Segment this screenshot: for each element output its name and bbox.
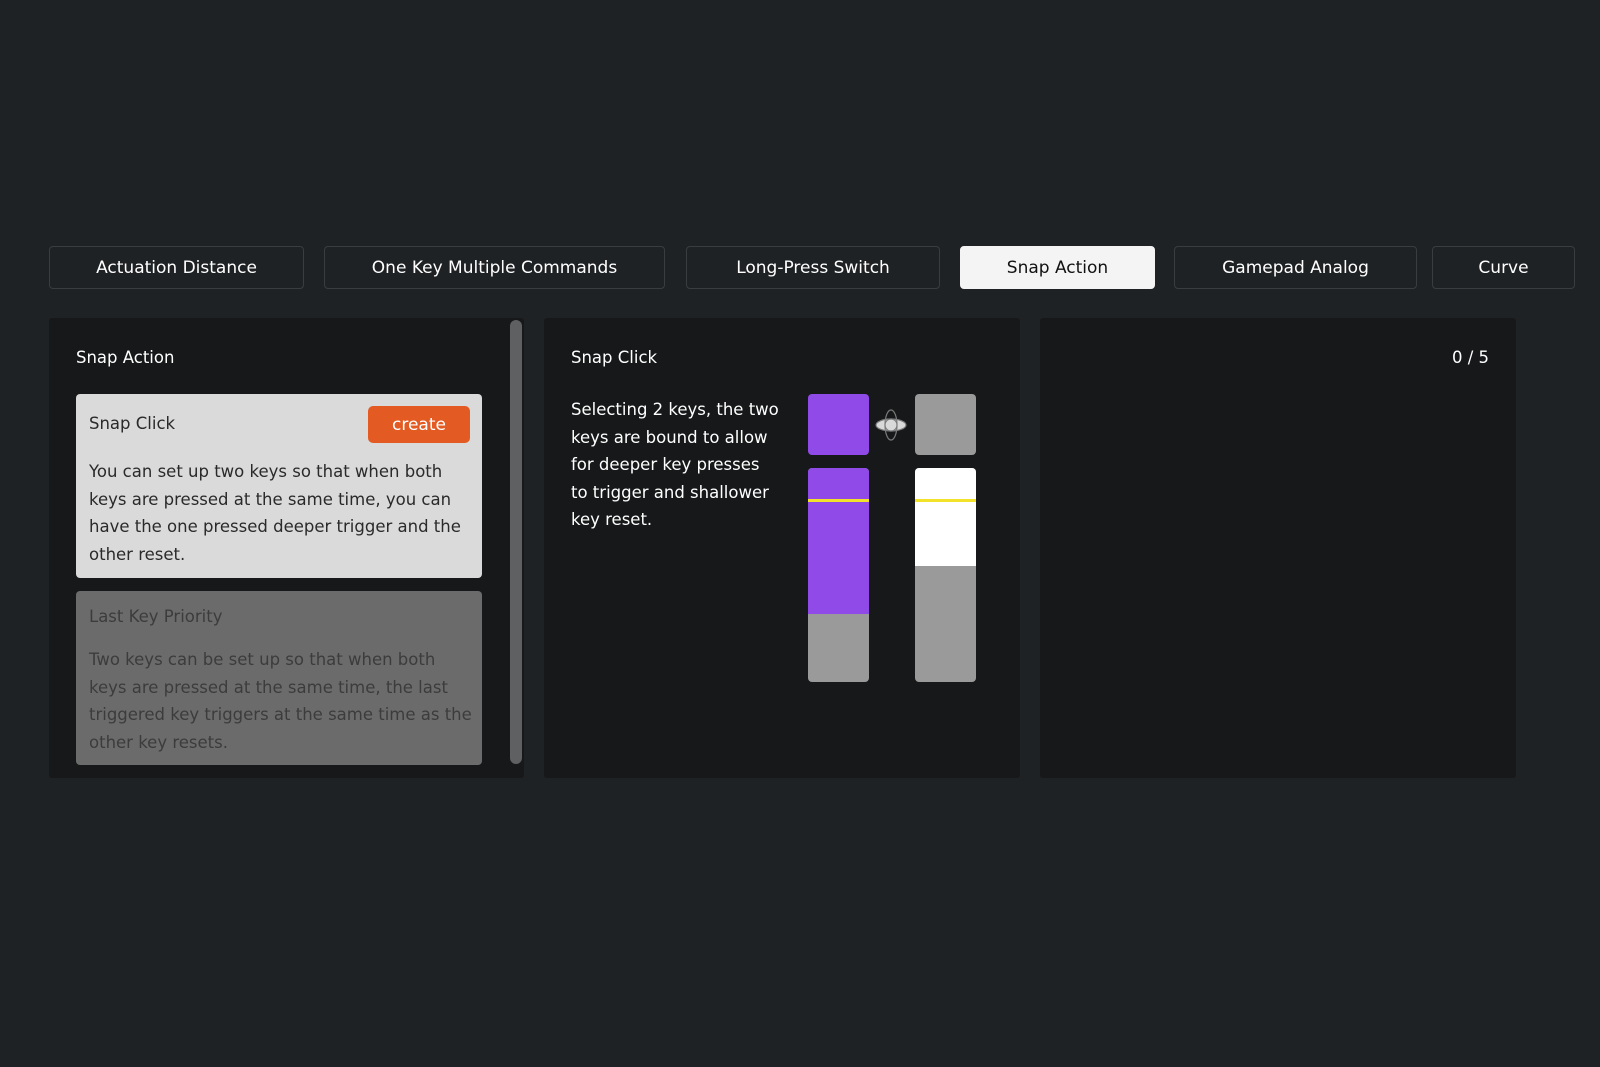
- snap-action-list-panel: Snap Action Snap Click create You can se…: [49, 318, 524, 778]
- card-description: You can set up two keys so that when bot…: [89, 462, 461, 564]
- create-button[interactable]: create: [368, 406, 470, 443]
- tab-snap-action[interactable]: Snap Action: [960, 246, 1155, 289]
- left-key-square: [808, 394, 869, 455]
- card-title: Snap Click: [89, 414, 176, 433]
- tab-actuation-distance[interactable]: Actuation Distance: [49, 246, 304, 289]
- last-key-priority-card[interactable]: Last Key Priority Two keys can be set up…: [76, 591, 482, 765]
- selection-counter: 0 / 5: [1451, 348, 1489, 367]
- tab-curve[interactable]: Curve: [1432, 246, 1575, 289]
- right-key-travel-bar: [915, 468, 976, 682]
- tab-one-key-multiple-commands[interactable]: One Key Multiple Commands: [324, 246, 665, 289]
- panel-title: Snap Action: [76, 348, 175, 367]
- card-description: Two keys can be set up so that when both…: [89, 650, 472, 752]
- right-key-square: [915, 394, 976, 455]
- left-key-pressed-fill: [808, 468, 869, 614]
- link-orbit-icon: [875, 409, 907, 441]
- selection-panel: 0 / 5: [1040, 318, 1516, 778]
- right-trigger-line: [915, 499, 976, 502]
- tab-gamepad-analog[interactable]: Gamepad Analog: [1174, 246, 1417, 289]
- panel-title: Snap Click: [571, 348, 658, 367]
- right-key-pressed-fill: [915, 468, 976, 567]
- snap-click-description: Selecting 2 keys, the two keys are bound…: [571, 400, 779, 529]
- snap-click-detail-panel: Snap Click Selecting 2 keys, the two key…: [544, 318, 1020, 778]
- left-key-travel-bar: [808, 468, 869, 682]
- left-trigger-line: [808, 499, 869, 502]
- snap-click-illustration: [808, 394, 978, 684]
- scrollbar[interactable]: [510, 320, 522, 764]
- tab-long-press-switch[interactable]: Long-Press Switch: [686, 246, 940, 289]
- snap-click-card[interactable]: Snap Click create You can set up two key…: [76, 394, 482, 578]
- card-title: Last Key Priority: [89, 607, 223, 626]
